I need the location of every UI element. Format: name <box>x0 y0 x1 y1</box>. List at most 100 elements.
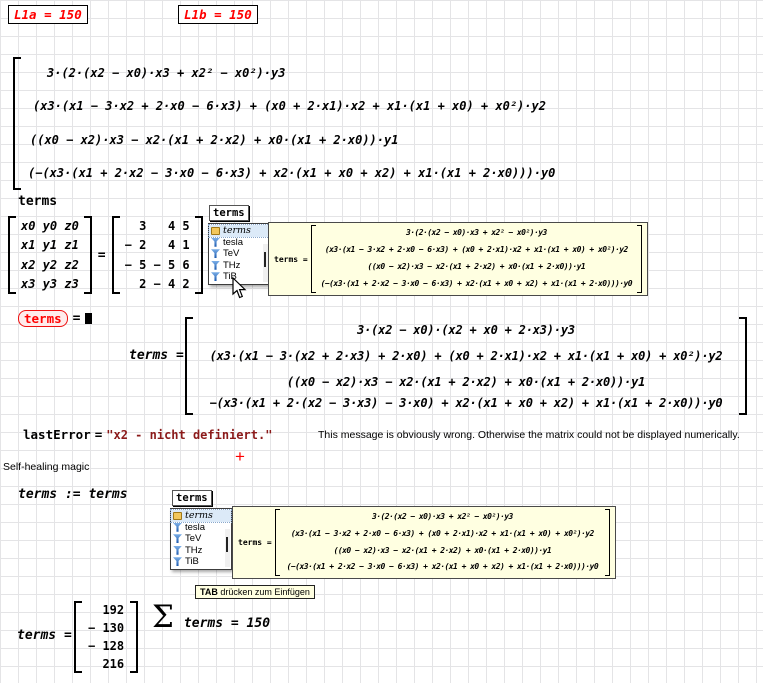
left-bracket <box>185 317 193 415</box>
symbolic-result-matrix[interactable]: 3·(x2 − x0)·(x2 + x0 + 2·x3)·y3 (x3·(x1 … <box>185 317 747 415</box>
matrix-row: − 5 − 5 6 <box>120 256 195 274</box>
preview-row: 3·(2·(x2 − x0)·x3 + x2² − x0²)·y3 <box>280 509 606 525</box>
left-bracket <box>112 216 120 294</box>
recent-icon <box>173 512 182 520</box>
scrollbar-thumb[interactable] <box>264 252 266 267</box>
list-scrollbar[interactable] <box>225 529 230 567</box>
autocomplete-item-tesla[interactable]: tesla <box>209 237 269 249</box>
sum-expression[interactable]: Σ terms = 150 <box>152 602 270 633</box>
filter-icon <box>211 249 220 258</box>
filter-icon <box>211 238 220 247</box>
item-label: terms <box>185 510 213 521</box>
item-label: THz <box>185 545 202 556</box>
filter-icon <box>173 534 182 543</box>
equals-sign: = <box>98 248 106 263</box>
variable-box-l1a[interactable]: L1a = 150 <box>8 5 88 24</box>
filter-icon <box>173 523 182 532</box>
autocomplete-list[interactable]: terms tesla TeV THz TiB <box>208 223 270 285</box>
terms-label[interactable]: terms <box>18 194 57 209</box>
equals-sign: = <box>73 311 81 326</box>
left-bracket <box>74 601 82 673</box>
preview-lhs: terms = <box>238 538 272 547</box>
symbolic-result-lhs[interactable]: terms = <box>129 348 184 363</box>
matrix-row: 3 4 5 <box>120 217 195 235</box>
autocomplete-list-2[interactable]: terms tesla TeV THz TiB <box>170 508 232 570</box>
item-label: TeV <box>223 248 239 259</box>
self-assignment-expression[interactable]: terms := terms <box>18 487 128 502</box>
matrix-row: − 130 <box>82 620 130 637</box>
expression-row: ((x0 − x2)·x3 − x2·(x1 + 2·x2) + x0·(x1 … <box>21 124 596 157</box>
autocomplete-preview-tooltip: terms = 3·(2·(x2 − x0)·x3 + x2² − x0²)·y… <box>268 222 648 296</box>
last-error-region[interactable]: lastError = "x2 - nicht definiert." <box>23 427 272 442</box>
matrix-row: (x3·(x1 − 3·(x2 + 2·x3) + 2·x0) + (x0 + … <box>193 341 739 370</box>
matrix-row: 3·(x2 − x0)·(x2 + x0 + 2·x3)·y3 <box>193 317 739 341</box>
recent-icon <box>211 227 220 235</box>
note-text[interactable]: Self-healing magic <box>3 461 89 473</box>
matrix-row: − 128 <box>82 638 130 655</box>
autocomplete-item-thz[interactable]: THz <box>171 545 231 557</box>
right-bracket <box>84 216 92 294</box>
filter-icon <box>173 557 182 566</box>
item-label: tesla <box>223 237 243 248</box>
cursor-icon <box>232 277 247 299</box>
right-bracket <box>195 216 203 294</box>
tab-hint-tooltip: TAB drücken zum Einfügen <box>195 585 315 599</box>
matrix-row: x1 y1 z1 <box>16 236 84 254</box>
matrix-row: −(x3·(x1 + 2·(x2 − 3·x3) − 3·x0) + x2·(x… <box>193 393 739 415</box>
tab-key-label: TAB <box>200 587 218 597</box>
error-variable[interactable]: terms <box>18 310 68 327</box>
item-label: tesla <box>185 522 205 533</box>
scrollbar-thumb[interactable] <box>226 537 228 552</box>
autocomplete-item-terms[interactable]: terms <box>171 510 231 522</box>
autocomplete-item-tev[interactable]: TeV <box>209 248 269 260</box>
matrix-row: 2 − 4 2 <box>120 275 195 293</box>
error-expression[interactable]: terms = <box>18 310 92 327</box>
preview-row: (−(x3·(x1 + 2·x2 − 3·x0 − 6·x3) + x2·(x1… <box>280 559 606 575</box>
right-bracket <box>605 509 610 576</box>
sigma-symbol: Σ <box>152 602 174 633</box>
autocomplete-item-tesla[interactable]: tesla <box>171 522 231 534</box>
terms-definition-expression[interactable]: 3·(2·(x2 − x0)·x3 + x2² − x0²)·y3 (x3·(x… <box>13 57 596 190</box>
matrix-row: x3 y3 z3 <box>16 275 84 293</box>
autocomplete-query-box-2[interactable]: terms <box>172 490 212 506</box>
matrix-row: x0 y0 z0 <box>16 217 84 235</box>
preview-lhs: terms = <box>274 255 308 264</box>
equals-sign: = <box>95 427 103 442</box>
preview-row: 3·(2·(x2 − x0)·x3 + x2² − x0²)·y3 <box>316 225 638 241</box>
numeric-result-lhs[interactable]: terms = <box>17 628 72 643</box>
autocomplete-query-box[interactable]: terms <box>209 205 249 221</box>
matrix-row: x2 y2 z2 <box>16 256 84 274</box>
item-label: TeV <box>185 533 201 544</box>
right-bracket <box>130 601 138 673</box>
matrix-row: − 2 4 1 <box>120 236 195 254</box>
item-label: TiB <box>185 556 199 567</box>
left-bracket <box>8 216 16 294</box>
expression-row: 3·(2·(x2 − x0)·x3 + x2² − x0²)·y3 <box>21 57 596 90</box>
preview-row: (x3·(x1 − 3·x2 + 2·x0 − 6·x3) + (x0 + 2·… <box>316 242 638 258</box>
matrix-row: 192 <box>82 602 130 619</box>
last-error-string: "x2 - nicht definiert." <box>106 428 272 442</box>
right-bracket <box>739 317 747 415</box>
filter-icon <box>211 272 220 281</box>
preview-row: ((x0 − x2)·x3 − x2·(x1 + 2·x2) + x0·(x1 … <box>316 259 638 275</box>
value-matrix: 3 4 5 − 2 4 1 − 5 − 5 6 2 − 4 2 <box>112 216 203 294</box>
variable-matrix: x0 y0 z0 x1 y1 z1 x2 y2 z2 x3 y3 z3 <box>8 216 92 294</box>
variable-box-l1b[interactable]: L1b = 150 <box>178 5 258 24</box>
comment-text: This message is obviously wrong. Otherwi… <box>318 429 758 441</box>
right-bracket <box>637 225 642 293</box>
numeric-result-matrix[interactable]: 192 − 130 − 128 216 <box>74 601 138 673</box>
filter-icon <box>211 261 220 270</box>
autocomplete-item-thz[interactable]: THz <box>209 260 269 272</box>
item-label: terms <box>223 225 251 236</box>
expression-row: (−(x3·(x1 + 2·x2 − 3·x0 − 6·x3) + x2·(x1… <box>21 157 596 190</box>
autocomplete-preview-tooltip-2: terms = 3·(2·(x2 − x0)·x3 + x2² − x0²)·y… <box>232 506 616 579</box>
item-label: THz <box>223 260 240 271</box>
autocomplete-item-terms[interactable]: terms <box>209 225 269 237</box>
matrix-assignment-region[interactable]: x0 y0 z0 x1 y1 z1 x2 y2 z2 x3 y3 z3 = 3 … <box>8 216 203 294</box>
autocomplete-item-tev[interactable]: TeV <box>171 533 231 545</box>
filter-icon <box>173 546 182 555</box>
last-error-label: lastError <box>23 427 91 442</box>
left-bracket <box>13 57 21 190</box>
empty-placeholder[interactable] <box>85 313 92 324</box>
autocomplete-item-tib[interactable]: TiB <box>171 556 231 568</box>
